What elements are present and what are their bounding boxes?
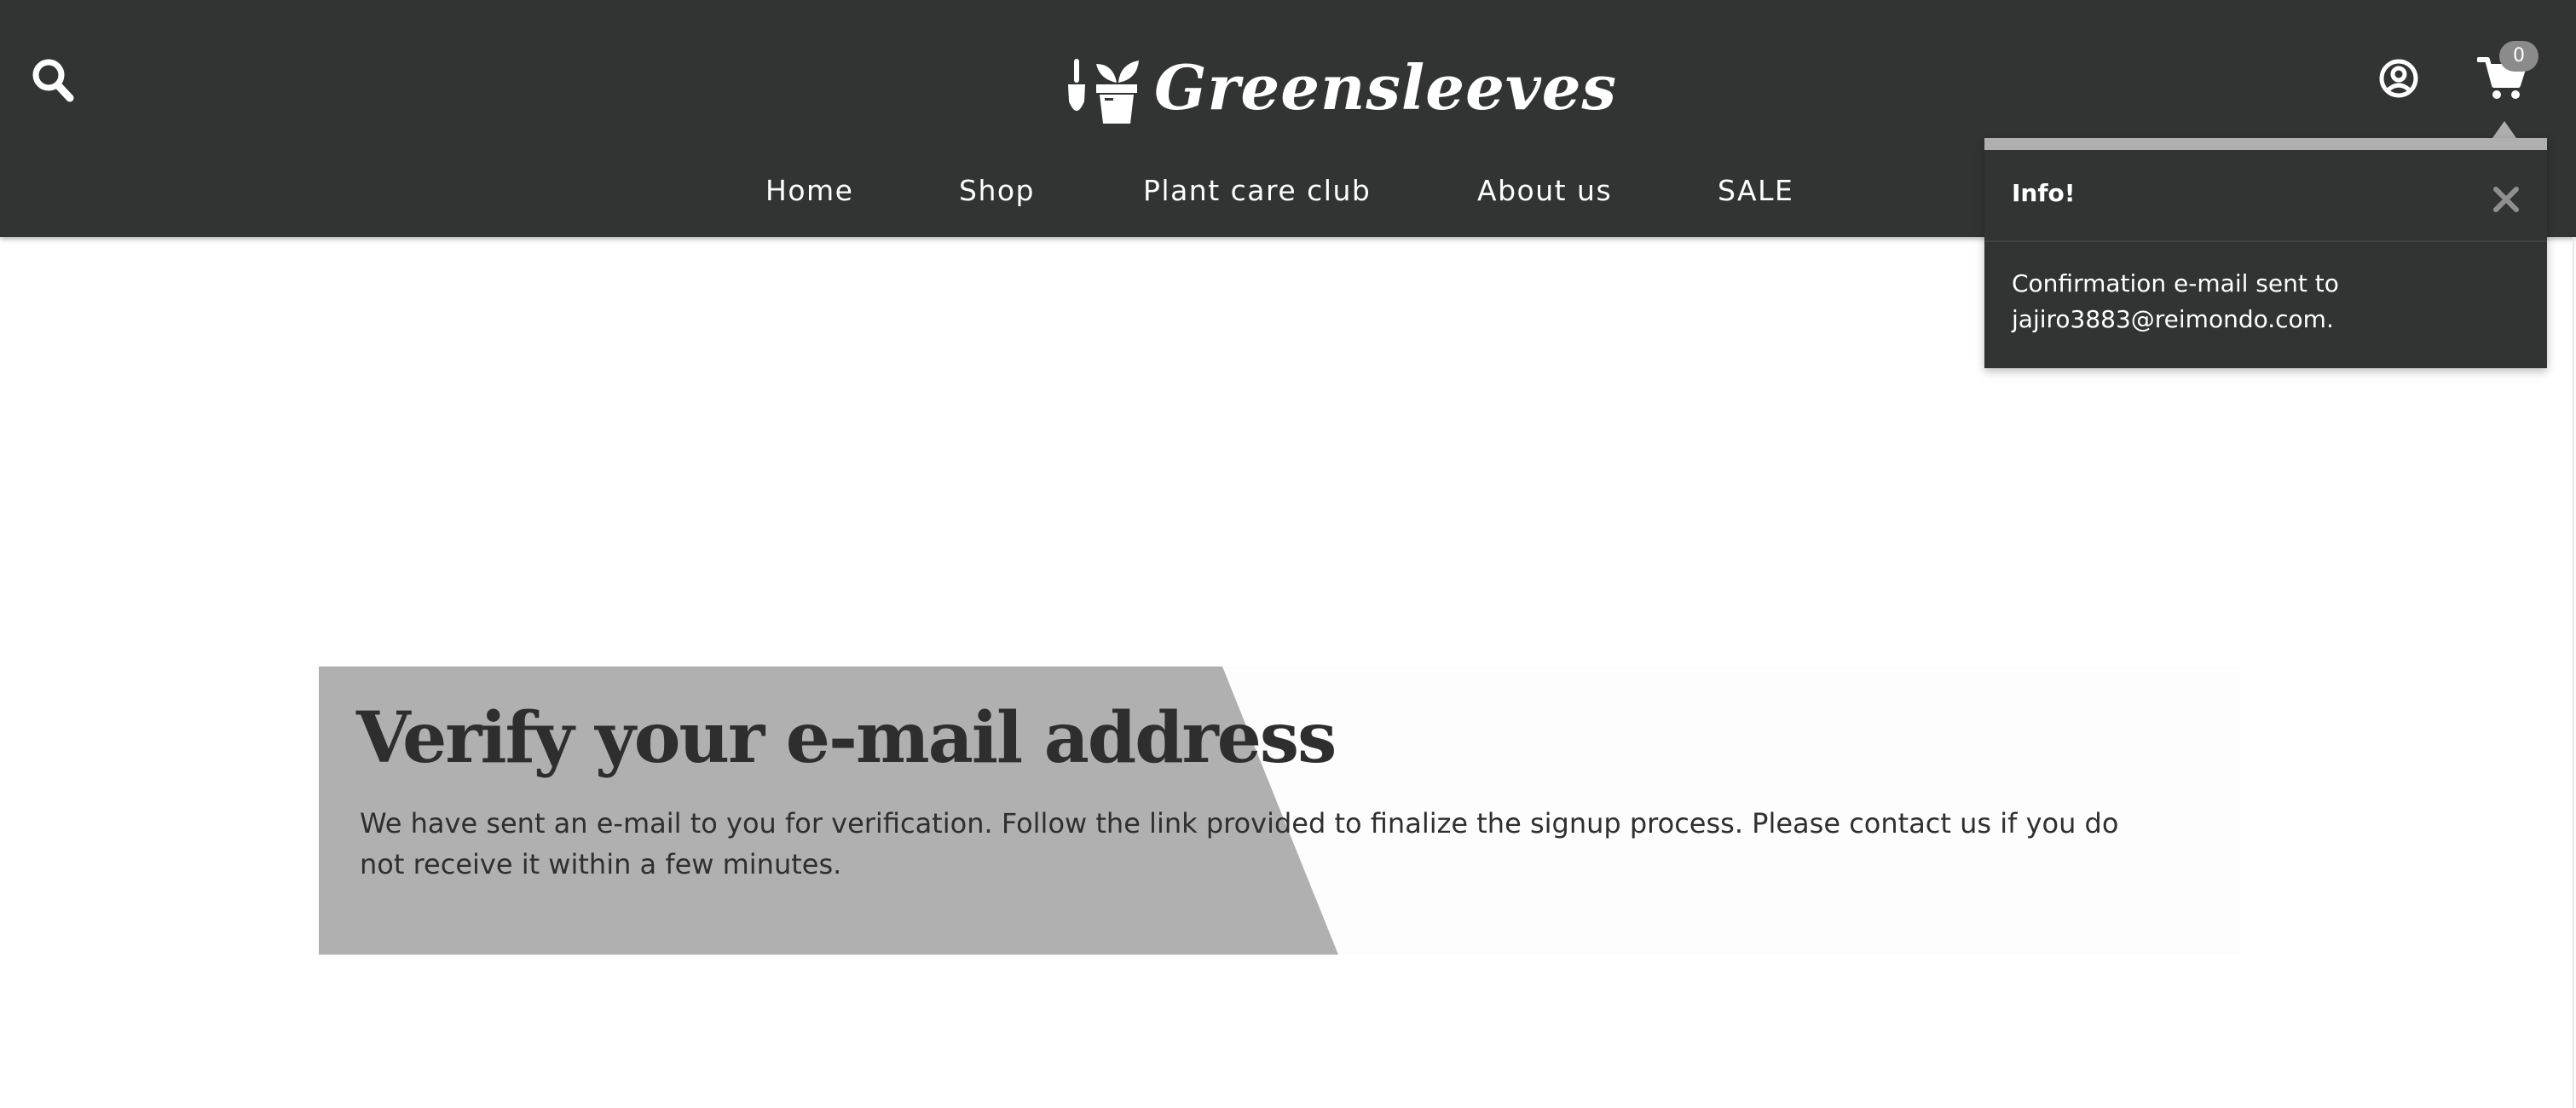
nav-item-sale[interactable]: SALE	[1718, 174, 1793, 207]
site-logo[interactable]: Greensleeves	[1066, 44, 1617, 130]
notification-message: Confirmation e-mail sent to jajiro3883@r…	[2012, 269, 2339, 333]
scrollbar-edge	[2573, 237, 2574, 1108]
nav-item-shop[interactable]: Shop	[959, 174, 1035, 207]
page-title: Verify your e-mail address	[356, 697, 1337, 779]
verification-message: We have sent an e-mail to you for verifi…	[360, 807, 2119, 880]
nav-item-plant-care-club[interactable]: Plant care club	[1143, 174, 1371, 207]
cart-count-badge: 0	[2499, 41, 2538, 72]
popup-pointer	[2492, 121, 2516, 138]
nav-item-home[interactable]: Home	[765, 174, 853, 207]
notification-divider	[1984, 240, 2547, 242]
close-icon[interactable]	[2489, 182, 2523, 216]
notification-accent-bar	[1984, 138, 2547, 150]
brand-name: Greensleeves	[1154, 50, 1618, 124]
info-notification: Info! Confirmation e-mail sent to jajiro…	[1984, 138, 2547, 368]
plant-pot-icon	[1066, 49, 1142, 125]
search-icon[interactable]	[31, 56, 75, 104]
verify-email-card: Verify your e-mail address We have sent …	[319, 667, 2240, 955]
user-circle-icon[interactable]	[2378, 58, 2419, 99]
notification-title: Info!	[2012, 179, 2076, 207]
nav-item-about-us[interactable]: About us	[1477, 174, 1612, 207]
